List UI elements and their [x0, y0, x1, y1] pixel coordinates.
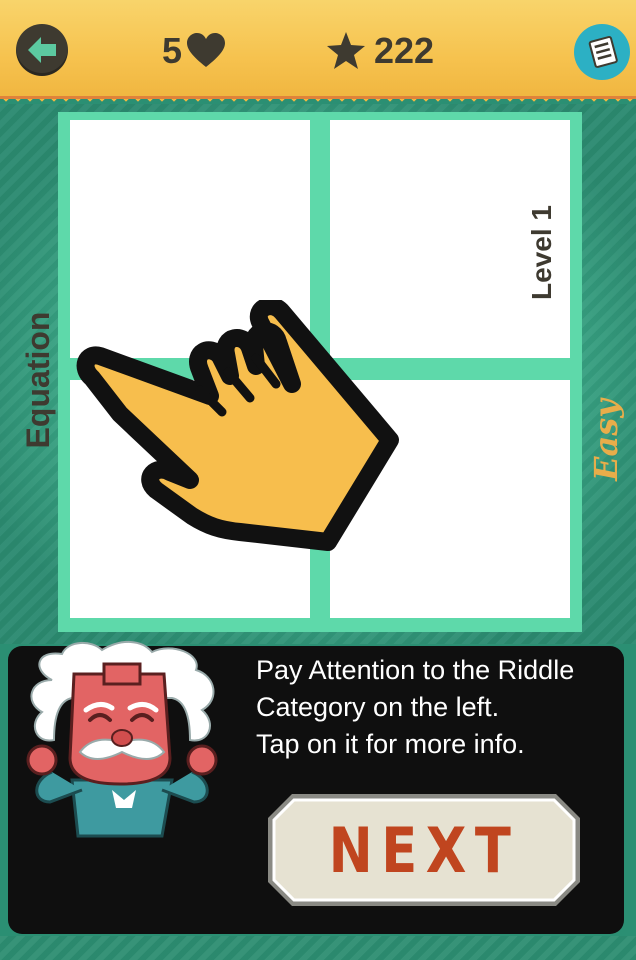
star-icon	[327, 32, 365, 69]
tutorial-line-2: Category on the left.	[256, 692, 500, 722]
tutorial-message: Pay Attention to the Riddle Category on …	[256, 652, 626, 763]
riddle-category-label[interactable]: Equation	[18, 290, 58, 470]
menu-button[interactable]	[574, 24, 630, 80]
back-button[interactable]	[16, 24, 68, 76]
professor-mascot	[26, 641, 218, 838]
tutorial-line-3: Tap on it for more info.	[256, 729, 525, 759]
lives-count: 5	[162, 30, 183, 71]
lives-counter: 5	[162, 26, 226, 76]
stars-count: 222	[374, 30, 435, 71]
top-bar: 5 222	[0, 0, 636, 98]
menu-list-icon	[588, 36, 618, 68]
bottom-strip	[0, 936, 636, 960]
level-label: Level 1	[526, 205, 557, 300]
next-button[interactable]: NEXT	[262, 788, 586, 912]
next-button-label: NEXT	[328, 813, 520, 887]
tutorial-line-1: Pay Attention to the Riddle	[256, 655, 575, 685]
heart-icon	[187, 33, 226, 67]
pointing-hand-icon	[76, 300, 399, 551]
difficulty-label: Easy	[587, 399, 625, 481]
back-arrow-icon	[28, 37, 56, 63]
stars-counter: 222	[326, 26, 434, 76]
